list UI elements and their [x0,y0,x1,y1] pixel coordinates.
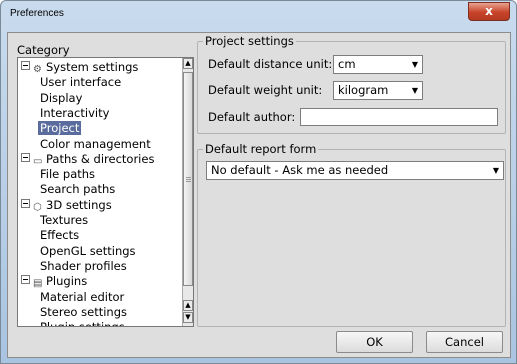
chevron-down-icon: ▼ [492,166,499,175]
tree-item-2[interactable]: Display [40,91,82,106]
tree-item-8[interactable]: Search paths [40,182,115,197]
weight-unit-label: Default weight unit: [208,83,323,97]
report-form-select[interactable]: No default - Ask me as needed ▼ [206,161,504,180]
tree-group-6[interactable]: ▭ Paths & directories [21,152,154,167]
tree-item-label: Stereo settings [40,304,127,319]
author-field[interactable] [300,108,498,126]
distance-unit-select[interactable]: cm ▼ [333,55,423,74]
tree-item-label: Effects [40,228,80,243]
weight-unit-value: kilogram [338,83,389,97]
tree-item-label: Plugins [46,274,88,289]
tree-item-4[interactable]: Project [38,121,82,136]
report-form-title: Default report form [203,142,319,156]
category-tree[interactable]: ⚙ System settings User interface Display Int… [17,57,194,327]
tree-item-13[interactable]: Shader profiles [40,259,127,274]
tree-item-1[interactable]: User interface [40,75,121,90]
window-title: Preferences [10,8,64,19]
scroll-up-button-lower[interactable]: ▲ [183,300,193,311]
collapse-icon[interactable] [21,152,30,162]
tree-item-label: Shader profiles [40,258,127,273]
preferences-window: Preferences x Category ⚙ System settings U… [0,0,517,364]
tree-item-label: Display [40,90,83,105]
ok-button[interactable]: OK [336,331,413,353]
collapse-icon[interactable] [21,275,30,285]
tree-item-label: Search paths [40,182,116,197]
chevron-down-icon: ▼ [411,86,418,95]
tree-item-label: User interface [40,75,122,90]
cube-icon: ⬡ [33,201,42,213]
tree-item-15[interactable]: Material editor [40,290,124,305]
tree-item-12[interactable]: OpenGL settings [40,244,136,259]
tree-group-0[interactable]: ⚙ System settings [21,60,138,75]
close-button[interactable]: x [468,2,510,21]
collapse-icon[interactable] [21,198,30,208]
tree-group-9[interactable]: ⬡ 3D settings [21,198,112,213]
report-form-group: Default report form No default - Ask me … [197,142,506,327]
weight-unit-select[interactable]: kilogram ▼ [333,81,423,100]
folder-icon: ▭ [33,155,43,167]
collapse-icon[interactable] [21,61,30,70]
scroll-down-button[interactable]: ▼ [183,312,193,323]
tree-item-label: Color management [40,136,151,151]
title-bar[interactable]: Preferences x [1,1,516,27]
tree-item-11[interactable]: Effects [40,228,79,243]
tree-item-label: 3D settings [46,197,112,212]
dialog-body: Category ⚙ System settings User interface D… [7,32,511,358]
project-settings-group: Project settings Default distance unit: … [197,34,506,134]
category-label: Category [17,43,70,57]
tree-item-label: System settings [46,60,139,74]
gear-icon: ⚙ [33,64,42,75]
plugin-icon: ▤ [33,278,43,290]
scroll-up-button[interactable]: ▲ [183,58,193,69]
scroll-thumb[interactable] [183,72,193,286]
tree-item-label: Material editor [40,289,125,304]
tree-item-16[interactable]: Stereo settings [40,305,127,320]
tree-item-17[interactable]: Plugin settings [40,320,125,326]
report-form-value: No default - Ask me as needed [211,163,389,177]
tree-item-5[interactable]: Color management [40,137,151,152]
tree-item-label: Textures [40,213,89,227]
author-label: Default author: [208,110,296,124]
tree-item-7[interactable]: File paths [40,167,95,182]
tree-item-label: OpenGL settings [40,243,136,258]
tree-item-label: Interactivity [40,105,110,120]
tree-item-label: File paths [40,167,96,182]
project-settings-title: Project settings [203,34,296,48]
tree-item-label: Plugin settings [40,320,125,326]
tree-item-label: Paths & directories [46,151,155,166]
cancel-button[interactable]: Cancel [426,331,503,353]
chevron-down-icon: ▼ [411,60,418,69]
category-scrollbar[interactable]: ▲ ▲ ▼ [182,58,193,326]
tree-group-14[interactable]: ▤ Plugins [21,274,87,289]
tree-item-10[interactable]: Textures [40,213,88,228]
distance-unit-label: Default distance unit: [208,57,333,71]
tree-item-label: Project [38,121,82,136]
distance-unit-value: cm [338,57,356,71]
tree-item-3[interactable]: Interactivity [40,106,109,121]
